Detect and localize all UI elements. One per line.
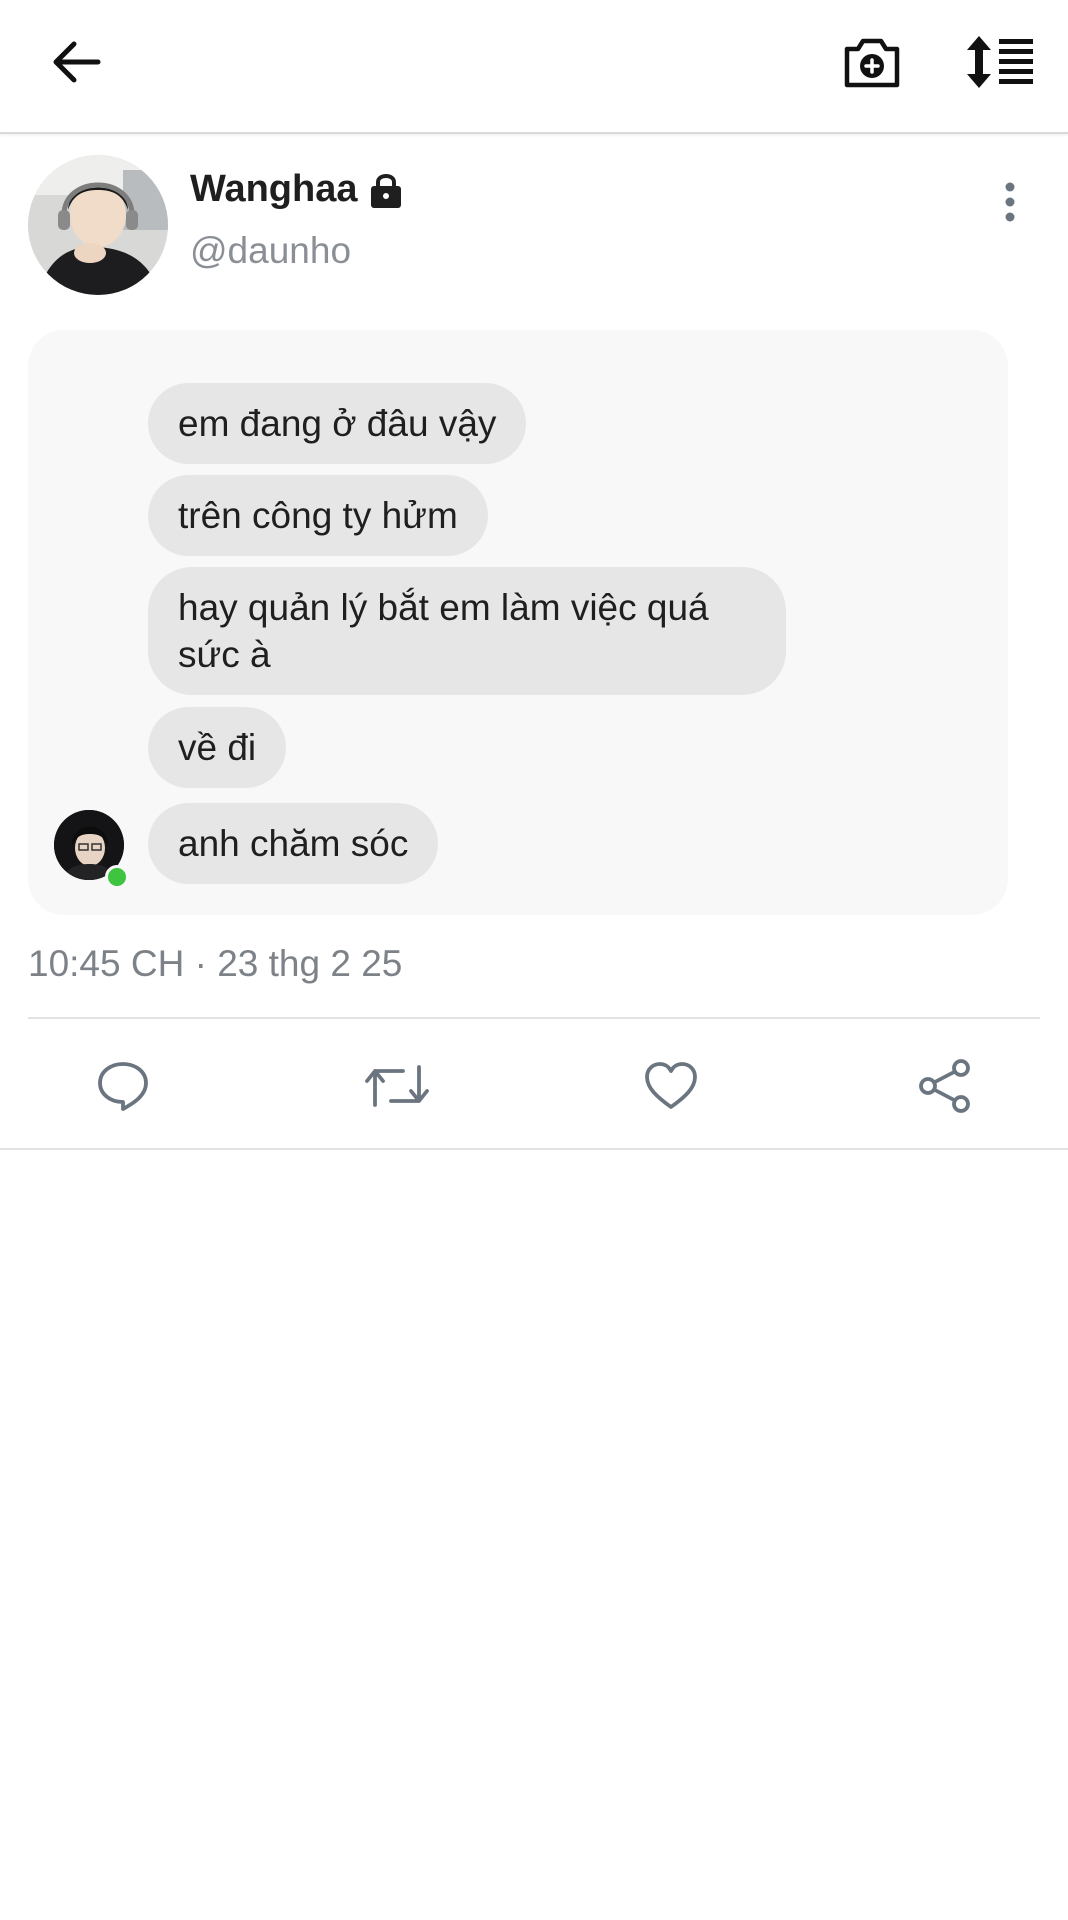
sort-button[interactable] xyxy=(958,20,1042,104)
back-button[interactable] xyxy=(36,22,116,102)
chat-bubble-5: anh chăm sóc xyxy=(148,803,439,884)
share-button[interactable] xyxy=(910,1054,980,1118)
divider xyxy=(28,1017,1040,1019)
tweet-actions-bar xyxy=(0,1040,1068,1130)
top-app-bar xyxy=(0,0,1068,134)
online-status-dot xyxy=(105,865,129,889)
arrow-left-icon xyxy=(53,41,101,83)
more-vertical-icon xyxy=(1005,182,1015,222)
divider xyxy=(0,1148,1068,1150)
chat-bubble-4: về đi xyxy=(148,707,287,788)
sort-list-icon xyxy=(967,36,1033,88)
reply-icon xyxy=(98,1062,148,1111)
reply-button[interactable] xyxy=(88,1054,158,1118)
chat-bubble-3: hay quản lý bắt em làm việc quá sức à xyxy=(148,567,786,695)
retweet-button[interactable] xyxy=(362,1054,432,1118)
more-options-button[interactable] xyxy=(990,178,1030,228)
camera-button[interactable] xyxy=(830,20,914,104)
display-name-text: Wanghaa xyxy=(190,168,358,210)
camera-plus-icon xyxy=(844,38,900,88)
author-handle[interactable]: @daunho xyxy=(190,230,351,272)
lock-icon xyxy=(370,173,401,208)
author-name[interactable]: Wanghaa xyxy=(190,168,404,211)
heart-icon xyxy=(645,1062,697,1109)
share-icon xyxy=(919,1059,970,1113)
chat-bubble-2: trên công ty hửm xyxy=(148,475,488,556)
avatar-photo xyxy=(28,155,168,295)
like-button[interactable] xyxy=(636,1054,706,1118)
author-avatar[interactable] xyxy=(28,155,168,295)
chat-bubble-1: em đang ở đâu vậy xyxy=(148,383,527,464)
tweet-timestamp[interactable]: 10:45 CH · 23 thg 2 25 xyxy=(28,943,402,985)
retweet-icon xyxy=(365,1065,429,1107)
